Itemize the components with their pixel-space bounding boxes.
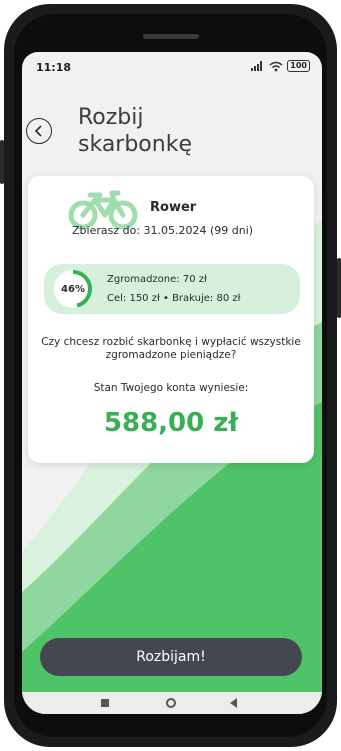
system-nav-bar [22, 692, 322, 714]
status-bar: 11:18 100 [22, 52, 322, 84]
confirm-question: Czy chcesz rozbić skarbonkę i wypłacić w… [41, 336, 301, 361]
power-button [337, 258, 341, 318]
page-title: Rozbij skarbonkę [78, 104, 278, 158]
system-back-button[interactable] [230, 698, 237, 708]
balance-amount: 588,00 zł [103, 408, 239, 438]
wifi-icon [269, 61, 283, 71]
goal-card: Rower Zbierasz do: 31.05.2024 (99 dni) 4… [28, 176, 314, 463]
goal-name: Rower [150, 200, 197, 215]
volume-button [0, 140, 4, 184]
goal-date: Zbierasz do: 31.05.2024 (99 dni) [72, 224, 254, 237]
back-button[interactable] [26, 118, 52, 144]
status-icons: 100 [251, 60, 310, 72]
target-amount: Cel: 150 zł • Brakuje: 80 zł [107, 293, 241, 304]
collected-amount: Zgromadzone: 70 zł [107, 274, 207, 285]
balance-label: Stan Twojego konta wyniesie: [93, 382, 249, 394]
battery-indicator: 100 [287, 60, 310, 72]
title-line-1: Rozbij [78, 105, 144, 130]
progress-percent: 46% [61, 283, 85, 295]
signal-icon [251, 61, 263, 71]
chevron-left-icon [34, 125, 42, 137]
recent-apps-button[interactable] [101, 699, 109, 707]
title-line-2: skarbonkę [78, 132, 192, 157]
app-screen: 11:18 100 Rozbij skarbonkę Rower Zbieras… [22, 52, 322, 714]
status-time: 11:18 [36, 61, 72, 74]
earpiece [143, 34, 199, 39]
home-button[interactable] [166, 698, 176, 708]
break-piggybank-button[interactable]: Rozbijam! [40, 638, 302, 676]
progress-summary: 46% Zgromadzone: 70 zł Cel: 150 zł • Bra… [44, 264, 300, 314]
